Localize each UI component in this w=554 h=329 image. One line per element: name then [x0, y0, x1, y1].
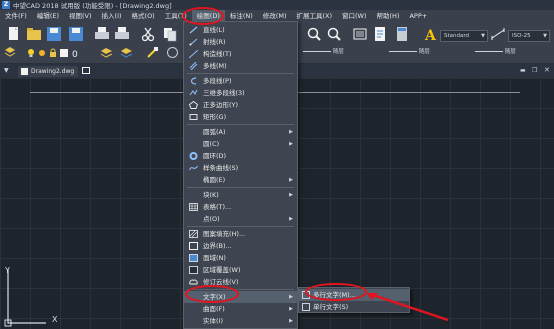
annotation-arrow — [366, 292, 449, 322]
